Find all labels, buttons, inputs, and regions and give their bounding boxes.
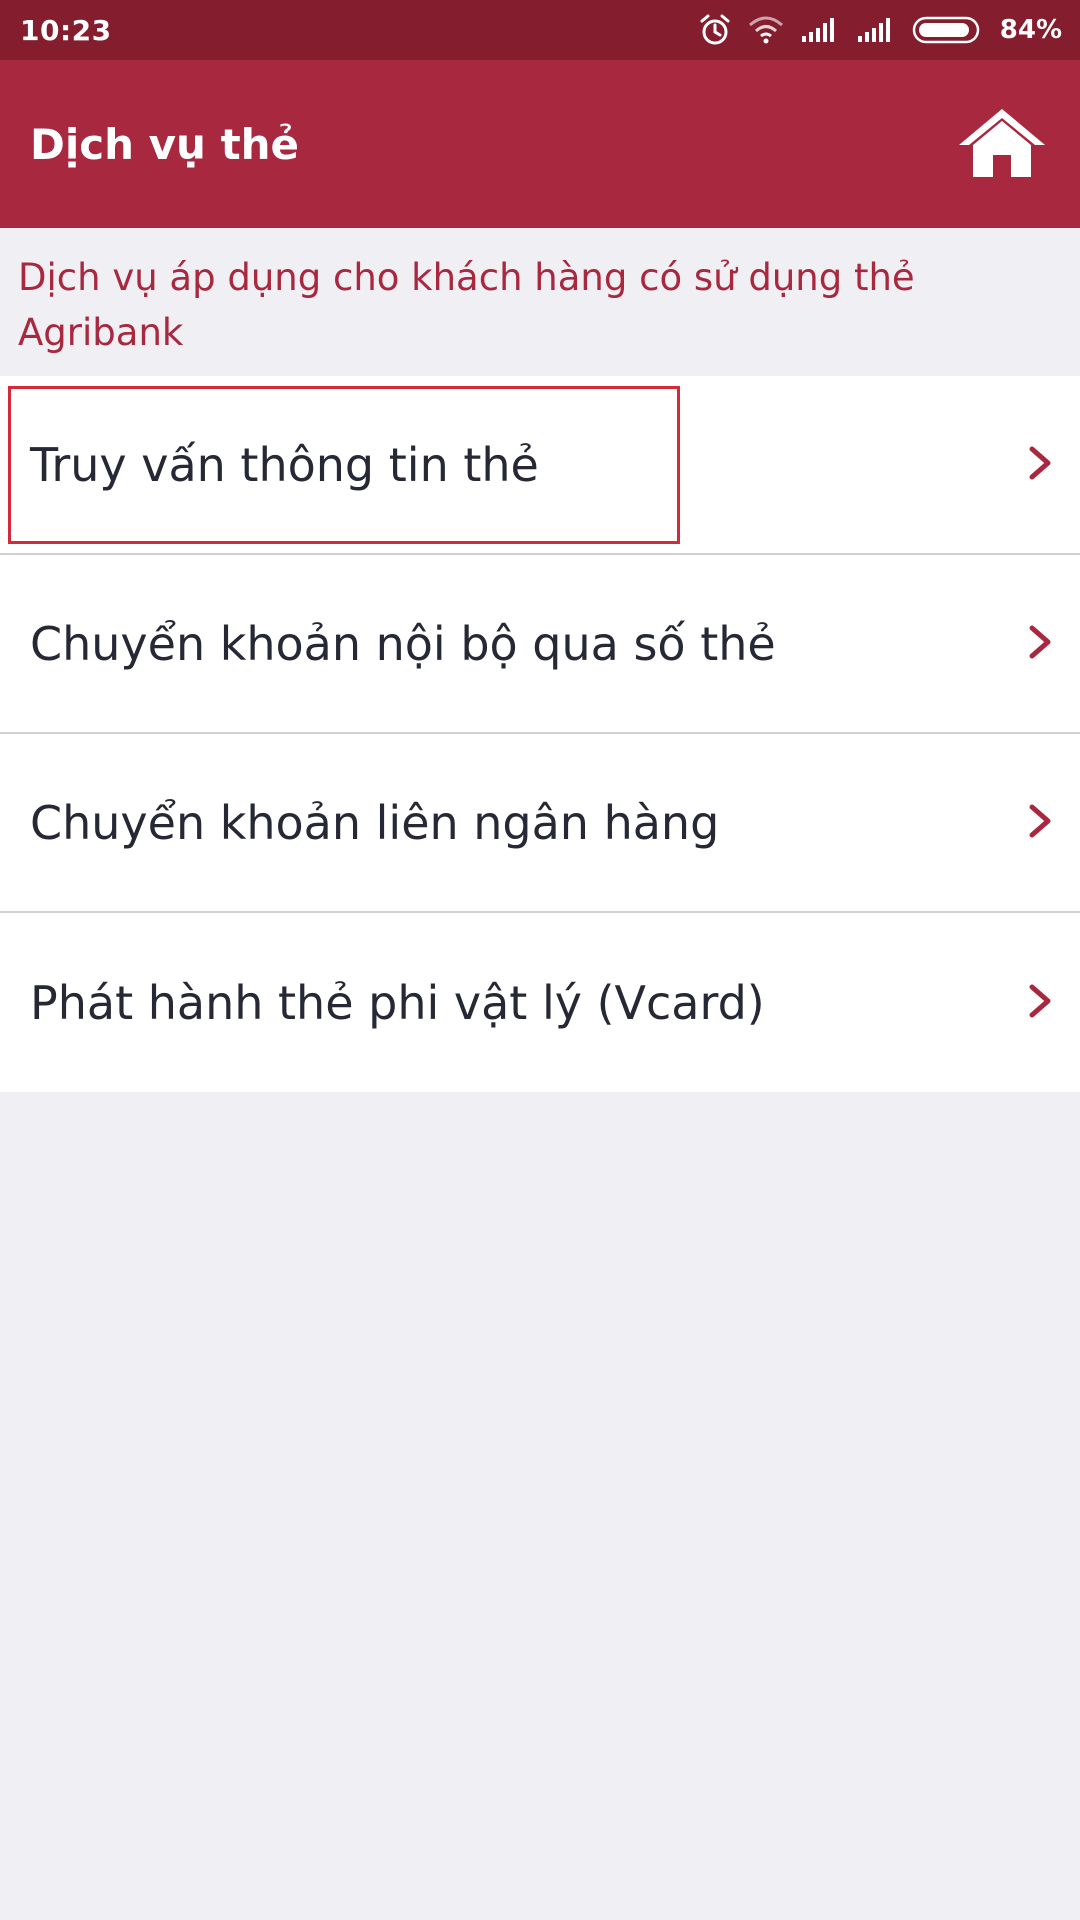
- battery-percent: 84%: [999, 15, 1062, 45]
- page-title: Dịch vụ thẻ: [30, 119, 300, 169]
- status-icons: 84%: [698, 13, 1062, 47]
- menu-item-internal-transfer[interactable]: Chuyển khoản nội bộ qua số thẻ: [0, 555, 1080, 734]
- menu-item-label: Phát hành thẻ phi vật lý (Vcard): [30, 975, 765, 1030]
- info-banner: Dịch vụ áp dụng cho khách hàng có sử dụn…: [0, 228, 1080, 376]
- menu-item-virtual-card[interactable]: Phát hành thẻ phi vật lý (Vcard): [0, 913, 1080, 1092]
- menu-item-label: Chuyển khoản nội bộ qua số thẻ: [30, 616, 776, 671]
- home-button[interactable]: [954, 96, 1050, 192]
- wifi-icon: [748, 15, 784, 45]
- status-time: 10:23: [20, 13, 112, 47]
- home-icon: [957, 105, 1047, 183]
- chevron-right-icon: [1022, 801, 1058, 845]
- menu-item-card-inquiry[interactable]: Truy vấn thông tin thẻ: [0, 376, 1080, 555]
- signal-icon: [800, 16, 840, 44]
- menu-item-interbank-transfer[interactable]: Chuyển khoản liên ngân hàng: [0, 734, 1080, 913]
- status-bar: 10:23 84%: [0, 0, 1080, 60]
- chevron-right-icon: [1022, 443, 1058, 487]
- info-text: Dịch vụ áp dụng cho khách hàng có sử dụn…: [18, 256, 915, 354]
- signal-icon-2: [856, 16, 896, 44]
- menu-item-label: Chuyển khoản liên ngân hàng: [30, 795, 720, 850]
- chevron-right-icon: [1022, 622, 1058, 666]
- chevron-right-icon: [1022, 981, 1058, 1025]
- alarm-icon: [698, 13, 732, 47]
- app-header: Dịch vụ thẻ: [0, 60, 1080, 228]
- menu-list: Truy vấn thông tin thẻ Chuyển khoản nội …: [0, 376, 1080, 1092]
- battery-icon: [912, 15, 984, 45]
- menu-item-label: Truy vấn thông tin thẻ: [30, 437, 539, 492]
